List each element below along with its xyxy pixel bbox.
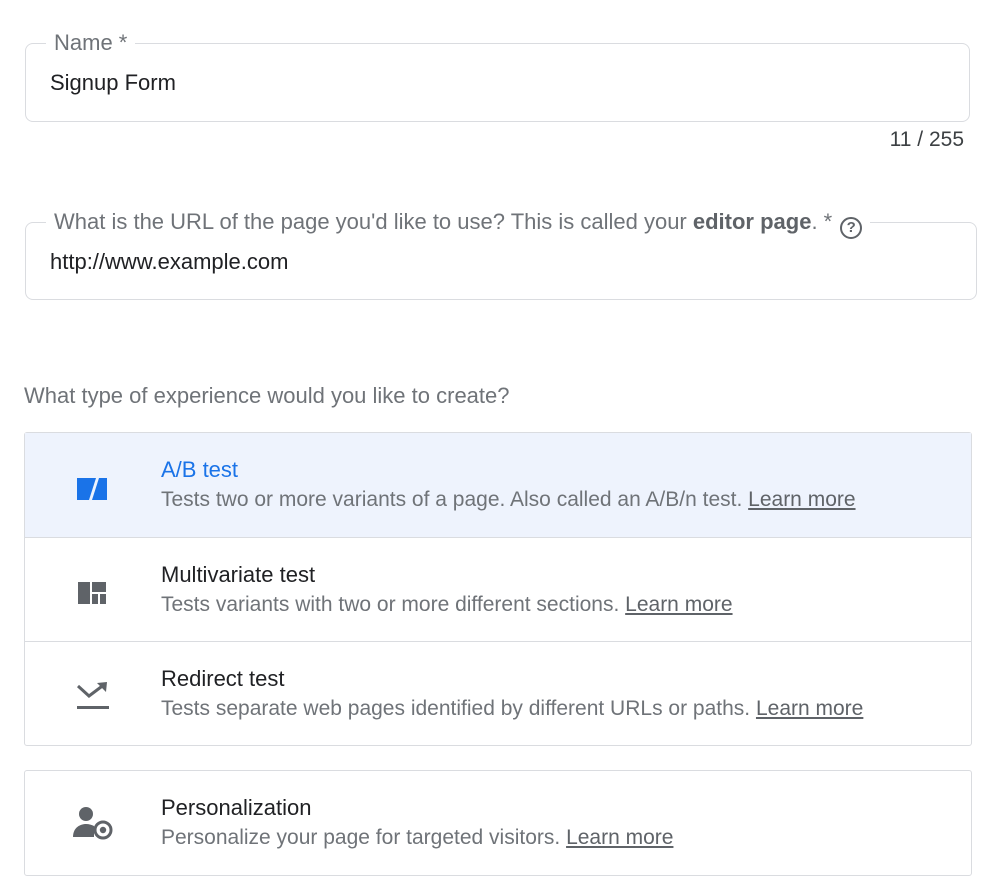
experience-options: A/B test Tests two or more variants of a… bbox=[24, 432, 972, 746]
option-title: A/B test bbox=[161, 457, 239, 482]
url-input[interactable] bbox=[50, 249, 930, 275]
option-title: Personalization bbox=[161, 795, 312, 820]
option-description: Personalize your page for targeted visit… bbox=[161, 826, 674, 849]
learn-more-link[interactable]: Learn more bbox=[625, 593, 732, 616]
redirect-icon bbox=[76, 682, 109, 709]
editor-page-label: editor page bbox=[692, 209, 812, 234]
name-field-label: Name * bbox=[46, 30, 136, 56]
name-input[interactable] bbox=[50, 70, 930, 96]
option-redirect-test[interactable]: Redirect test Tests separate web pages i… bbox=[25, 641, 971, 745]
option-ab-test[interactable]: A/B test Tests two or more variants of a… bbox=[25, 433, 971, 537]
help-icon[interactable]: ? bbox=[840, 217, 863, 239]
option-title: Multivariate test bbox=[161, 562, 316, 587]
option-description: Tests two or more variants of a page. Al… bbox=[161, 488, 856, 511]
person-target-icon bbox=[73, 807, 113, 840]
name-field[interactable]: Name * bbox=[25, 30, 970, 122]
option-multivariate-test[interactable]: Multivariate test Tests variants with tw… bbox=[25, 537, 971, 641]
option-description: Tests variants with two or more differen… bbox=[161, 593, 733, 616]
option-title: Redirect test bbox=[161, 666, 285, 691]
option-description: Tests separate web pages identified by d… bbox=[161, 697, 864, 720]
learn-more-link[interactable]: Learn more bbox=[748, 488, 855, 511]
learn-more-link[interactable]: Learn more bbox=[566, 826, 673, 849]
experience-question: What type of experience would you like t… bbox=[24, 383, 510, 408]
learn-more-link[interactable]: Learn more bbox=[756, 697, 863, 720]
url-field-label: What is the URL of the page you'd like t… bbox=[46, 209, 871, 239]
character-counter: 11 / 255 bbox=[889, 128, 964, 151]
url-field[interactable]: What is the URL of the page you'd like t… bbox=[25, 209, 977, 300]
multivariate-icon bbox=[78, 582, 106, 604]
option-personalization[interactable]: Personalization Personalize your page fo… bbox=[24, 770, 972, 876]
ab-test-icon bbox=[77, 478, 107, 500]
